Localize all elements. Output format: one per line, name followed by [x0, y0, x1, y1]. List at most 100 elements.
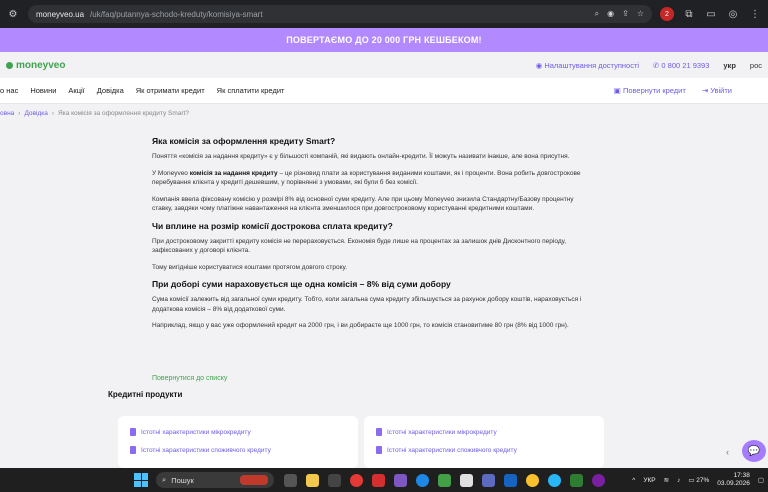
dropbox-icon[interactable]	[504, 473, 517, 487]
article-paragraph: У Moneyveo комісія за надання кредиту – …	[152, 169, 582, 188]
app-icon[interactable]	[328, 473, 341, 487]
volume-icon[interactable]: ♪	[677, 477, 680, 484]
product-link[interactable]: Істотні характеристики споживчого кредит…	[376, 446, 604, 454]
chrome-icon[interactable]	[526, 473, 539, 487]
extensions-icon[interactable]: ⧉	[682, 7, 696, 21]
clock[interactable]: 17:38 03.09.2026	[717, 472, 750, 488]
promo-banner[interactable]: ПОВЕРТАЄМО ДО 20 000 ГРН КЕШБЕКОМ!	[0, 28, 768, 52]
telegram-icon[interactable]	[548, 473, 561, 487]
nav-how-to-get[interactable]: Як отримати кредит	[136, 86, 205, 95]
wifi-icon[interactable]: ≋	[664, 476, 669, 484]
site-info-icon[interactable]: ⚙	[6, 7, 20, 21]
return-credit-button[interactable]: ▣ Повернути кредит	[614, 86, 686, 95]
breadcrumb-help[interactable]: Довідка	[24, 110, 47, 117]
task-view-icon[interactable]	[284, 473, 297, 487]
products-card-left: Істотні характеристики мікрокредиту Істо…	[118, 416, 358, 468]
product-link[interactable]: Істотні характеристики споживчого кредит…	[130, 446, 358, 454]
return-credit-label: Повернути кредит	[622, 86, 686, 95]
address-bar[interactable]: moneyveo.ua/uk/faq/putannya-schodo-kredu…	[28, 5, 652, 23]
store-icon[interactable]	[460, 473, 473, 487]
product-link[interactable]: Істотні характеристики мікрокредиту	[376, 428, 604, 436]
torrent-icon[interactable]	[570, 473, 583, 487]
notification-icon[interactable]: ▢	[758, 476, 764, 484]
carousel-prev-icon[interactable]: ‹	[726, 447, 729, 457]
url-host: moneyveo.ua	[36, 9, 85, 19]
logo-text: moneyveo	[16, 59, 66, 71]
article-paragraph: При достроковому закритті кредиту комісі…	[152, 237, 567, 255]
document-icon	[130, 446, 136, 454]
article-paragraph: Компанія ввела фіксовану комісію у розмі…	[152, 195, 574, 213]
lang-rus[interactable]: рос	[750, 61, 762, 70]
article-paragraph: Тому вигідніше користуватися коштами про…	[152, 263, 347, 271]
file-explorer-icon[interactable]	[306, 473, 319, 487]
breadcrumb: овна › Довідка › Яка комісія за оформлен…	[0, 110, 189, 117]
windows-start-icon[interactable]	[134, 473, 148, 487]
phone-number: 0 800 21 9393	[661, 60, 710, 70]
nav-promotions[interactable]: Акції	[68, 86, 84, 95]
promo-text: ПОВЕРТАЄМО ДО 20 000 ГРН КЕШБЕКОМ!	[286, 35, 482, 45]
bold-span: комісія за надання кредиту	[189, 169, 278, 177]
extension-badge-icon[interactable]: 2	[660, 7, 674, 21]
logo[interactable]: moneyveo	[6, 60, 65, 71]
profile-icon[interactable]: ◎	[726, 7, 740, 21]
copilot-icon[interactable]	[394, 473, 407, 487]
document-icon	[376, 428, 382, 436]
taskbar-search[interactable]: ⌕ Пошук	[156, 472, 274, 488]
clock-date: 03.09.2026	[717, 480, 750, 487]
product-link[interactable]: Істотні характеристики мікрокредиту	[130, 428, 358, 436]
menu-icon[interactable]: ⋮	[748, 7, 762, 21]
bookmark-star-icon[interactable]: ☆	[637, 9, 644, 19]
teams-icon[interactable]	[482, 473, 495, 487]
zoom-icon[interactable]: ⌕	[595, 9, 599, 19]
accessibility-link[interactable]: ◉ Налаштування доступності	[536, 61, 639, 70]
windows-taskbar: ⌕ Пошук ^ УКР ≋ ♪ ▭ 27% 17:38 03.09.2026…	[0, 468, 768, 492]
wallet-icon: ▣	[613, 86, 623, 95]
article-heading-3: При доборі суми нараховується ще одна ко…	[152, 279, 451, 289]
login-button[interactable]: ⇥ Увійти	[702, 86, 732, 95]
share-icon[interactable]: ⇪	[622, 9, 629, 19]
nav-news[interactable]: Новини	[30, 86, 56, 95]
eye-off-icon[interactable]: ◉	[607, 9, 614, 19]
sidebar-icon[interactable]: ▭	[704, 7, 718, 21]
clock-time: 17:38	[733, 472, 750, 479]
search-placeholder: Пошук	[171, 475, 194, 485]
tray-chevron-icon[interactable]: ^	[632, 477, 635, 484]
chevron-right-icon: ›	[18, 110, 21, 117]
phone-link[interactable]: ✆ 0 800 21 9393	[653, 61, 709, 70]
battery-indicator[interactable]: ▭ 27%	[688, 476, 709, 484]
product-link-label: Істотні характеристики споживчого кредит…	[141, 446, 271, 454]
extension-badge-count: 2	[665, 10, 669, 18]
search-icon: ⌕	[162, 475, 167, 484]
product-link-label: Істотні характеристики мікрокредиту	[141, 428, 251, 436]
chat-icon[interactable]: 💬	[742, 440, 766, 462]
l-app-icon[interactable]	[372, 473, 385, 487]
logo-icon	[6, 61, 13, 69]
edge-icon[interactable]	[416, 473, 429, 487]
xbox-icon[interactable]	[438, 473, 451, 487]
lang-ukr[interactable]: укр	[723, 61, 736, 70]
battery-percent: 27%	[696, 477, 710, 484]
login-label: Увійти	[710, 86, 732, 95]
breadcrumb-home[interactable]: овна	[0, 110, 14, 117]
nav-about[interactable]: о нас	[0, 86, 18, 95]
article: Яка комісія за оформлення кредиту Smart?…	[152, 136, 582, 338]
viber-icon[interactable]	[592, 473, 605, 487]
chevron-right-icon: ›	[51, 110, 55, 117]
document-icon	[376, 446, 382, 454]
browser-toolbar: ⚙ moneyveo.ua/uk/faq/putannya-schodo-kre…	[0, 0, 768, 28]
document-icon	[130, 428, 136, 436]
main-nav: о нас Новини Акції Довідка Як отримати к…	[0, 78, 768, 104]
language-indicator[interactable]: УКР	[643, 477, 655, 484]
nav-how-to-pay[interactable]: Як сплатити кредит	[217, 86, 285, 95]
article-paragraph: Сума комісії залежить від загальної суми…	[152, 296, 582, 313]
url-path: /uk/faq/putannya-schodo-kreduty/komisiya…	[90, 9, 263, 19]
products-card-right: Істотні характеристики мікрокредиту Істо…	[364, 416, 604, 468]
login-icon: ⇥	[701, 86, 711, 95]
accessibility-label: Налаштування доступності	[544, 60, 640, 70]
text-span: У Moneyveo	[152, 169, 190, 177]
opera-icon[interactable]	[350, 473, 363, 487]
product-link-label: Істотні характеристики мікрокредиту	[387, 428, 497, 436]
nav-help[interactable]: Довідка	[97, 86, 124, 95]
back-to-list-link[interactable]: Повернутися до списку	[152, 375, 227, 382]
article-heading-2: Чи вплине на розмір комісії дострокова с…	[152, 220, 393, 231]
